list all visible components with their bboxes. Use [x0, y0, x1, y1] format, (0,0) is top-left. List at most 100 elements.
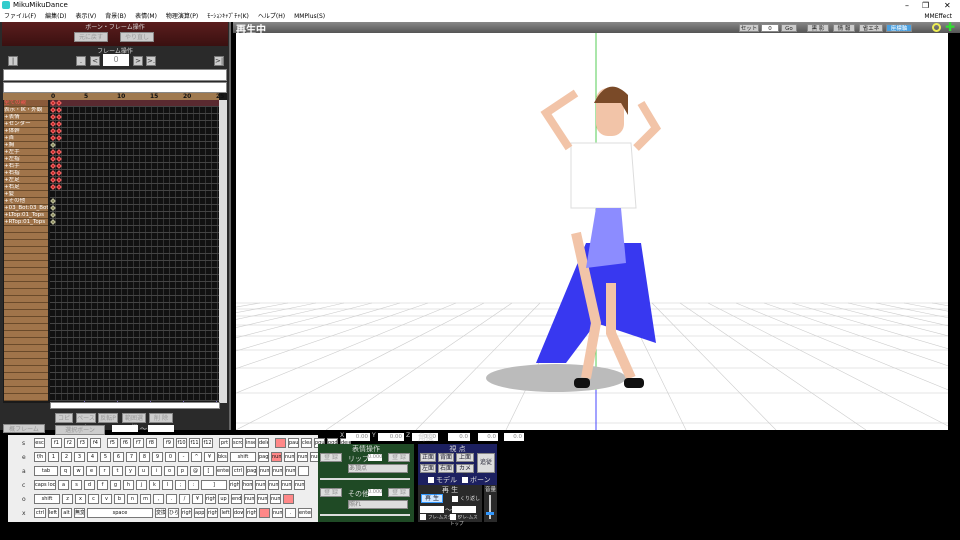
- timeline-row-label[interactable]: +左手: [4, 149, 48, 156]
- key-e[interactable]: e: [86, 466, 97, 476]
- key-w[interactable]: w: [73, 466, 84, 476]
- info-button[interactable]: 情 報: [833, 24, 855, 32]
- key-0[interactable]: 0: [165, 452, 176, 462]
- timeline-row-label[interactable]: [4, 317, 48, 324]
- timeline-row-label[interactable]: [4, 233, 48, 240]
- key-f7[interactable]: f7: [133, 438, 144, 448]
- timeline-row[interactable]: [50, 198, 219, 205]
- key-h[interactable]: h: [123, 480, 134, 490]
- timeline-row[interactable]: [50, 205, 219, 212]
- move-icon[interactable]: ✚: [945, 21, 955, 33]
- key-right-alt[interactable]: right alt: [181, 508, 192, 518]
- timeline-row-label[interactable]: [4, 247, 48, 254]
- key-f1[interactable]: f1: [51, 438, 62, 448]
- range-start-input[interactable]: [112, 425, 138, 432]
- key-[[interactable]: [: [203, 466, 214, 476]
- timeline-row-label[interactable]: +RTop:01_Tops: [4, 219, 48, 226]
- lip-register-button[interactable]: 登 録: [388, 453, 410, 462]
- key-.[interactable]: .: [166, 494, 177, 504]
- timeline-row[interactable]: [50, 317, 219, 324]
- key-i[interactable]: i: [151, 466, 162, 476]
- timeline-row[interactable]: [50, 184, 219, 191]
- key-7[interactable]: 7: [126, 452, 137, 462]
- key-alt[interactable]: alt: [61, 508, 72, 518]
- key-insert[interactable]: insert: [245, 438, 256, 448]
- key-pagedown[interactable]: pagedown: [246, 466, 257, 476]
- timeline-row-label[interactable]: +03_Bot:03_Bot: [4, 205, 48, 212]
- key-blank[interactable]: [275, 438, 286, 448]
- timeline-row[interactable]: [50, 289, 219, 296]
- set-frame-input[interactable]: 0: [761, 24, 779, 32]
- key-l[interactable]: l: [162, 480, 173, 490]
- other-select[interactable]: 照れ: [348, 500, 408, 509]
- timeline-row[interactable]: [50, 163, 219, 170]
- key-2[interactable]: 2: [61, 452, 72, 462]
- view-camera-button[interactable]: カメラ: [456, 464, 474, 480]
- key-f3[interactable]: f3: [77, 438, 88, 448]
- play-start-input[interactable]: [420, 506, 444, 513]
- timeline-row[interactable]: [50, 240, 219, 247]
- key-9[interactable]: 9: [152, 452, 163, 462]
- menu-view[interactable]: 表示(V): [75, 13, 96, 20]
- key-a[interactable]: a: [58, 480, 69, 490]
- lip-value[interactable]: 0.000: [368, 454, 382, 461]
- timeline[interactable]: 0 5 10 15 20 25 全ての親 表示・IK・外観 +表情 +センター +体幹 +首 +胸 +左…: [3, 93, 227, 403]
- timeline-row[interactable]: [50, 107, 219, 114]
- key-right-ctrl[interactable]: right ctrl: [207, 508, 218, 518]
- key-num-9[interactable]: num 9: [285, 466, 296, 476]
- timeline-row[interactable]: [50, 170, 219, 177]
- timeline-row-label[interactable]: +体幹: [4, 128, 48, 135]
- timeline-row-label[interactable]: [4, 359, 48, 366]
- timeline-row[interactable]: [50, 191, 219, 198]
- delete-button[interactable]: 削 除: [149, 413, 173, 423]
- key-left[interactable]: left: [220, 508, 231, 518]
- key--[interactable]: -: [178, 452, 189, 462]
- frame-number-input[interactable]: 0: [103, 54, 129, 66]
- copy-button[interactable]: コピー: [55, 413, 73, 431]
- key-f2[interactable]: f2: [64, 438, 75, 448]
- key-][interactable]: ]: [201, 480, 227, 490]
- timeline-row-label[interactable]: [4, 345, 48, 352]
- timeline-row-label[interactable]: [4, 310, 48, 317]
- timeline-row-label[interactable]: [4, 373, 48, 380]
- key-g[interactable]: g: [110, 480, 121, 490]
- repeat-checkbox[interactable]: くり返し: [452, 495, 480, 502]
- timeline-row-label[interactable]: +首: [4, 135, 48, 142]
- timeline-row-label[interactable]: [4, 254, 48, 261]
- key-blank[interactable]: [283, 494, 294, 504]
- range-end-input[interactable]: [148, 425, 174, 432]
- timeline-row[interactable]: [50, 247, 219, 254]
- key-pageup[interactable]: pageup: [258, 452, 269, 462]
- key-left-win[interactable]: left win: [48, 508, 59, 518]
- key-appli[interactable]: appli: [194, 508, 205, 518]
- timeline-row-label[interactable]: [4, 366, 48, 373]
- timeline-row[interactable]: [50, 142, 219, 149]
- key-ctrl[interactable]: ctrl: [34, 508, 46, 518]
- next-key-button[interactable]: >.: [146, 56, 156, 66]
- set-button[interactable]: セット: [739, 24, 759, 32]
- key-@[interactable]: @: [190, 466, 201, 476]
- key-num-+[interactable]: num +: [294, 480, 305, 490]
- key-scrol[interactable]: scrol: [232, 438, 243, 448]
- key-bksp[interactable]: bksp: [217, 452, 228, 462]
- menu-background[interactable]: 背景(B): [105, 13, 126, 20]
- timeline-row-label[interactable]: [4, 261, 48, 268]
- key-blank[interactable]: [298, 466, 309, 476]
- timeline-row-label[interactable]: +表情: [4, 114, 48, 121]
- timeline-row-label[interactable]: +LTop:01_Tops: [4, 212, 48, 219]
- key-end[interactable]: end: [231, 494, 242, 504]
- key-f4[interactable]: f4: [90, 438, 101, 448]
- key-f/h[interactable]: f/h: [34, 452, 46, 462]
- timeline-row-label[interactable]: 表示・IK・外観: [4, 107, 48, 114]
- key-j[interactable]: j: [136, 480, 147, 490]
- timeline-row-label[interactable]: [4, 394, 48, 401]
- key-t[interactable]: t: [112, 466, 123, 476]
- key-down[interactable]: down: [233, 508, 244, 518]
- timeline-row[interactable]: [50, 359, 219, 366]
- key-home[interactable]: home: [242, 480, 253, 490]
- timeline-row-label[interactable]: [4, 303, 48, 310]
- key-y[interactable]: y: [125, 466, 136, 476]
- timeline-row[interactable]: [50, 324, 219, 331]
- menu-face[interactable]: 表情(M): [135, 13, 157, 20]
- timeline-row[interactable]: [50, 100, 219, 107]
